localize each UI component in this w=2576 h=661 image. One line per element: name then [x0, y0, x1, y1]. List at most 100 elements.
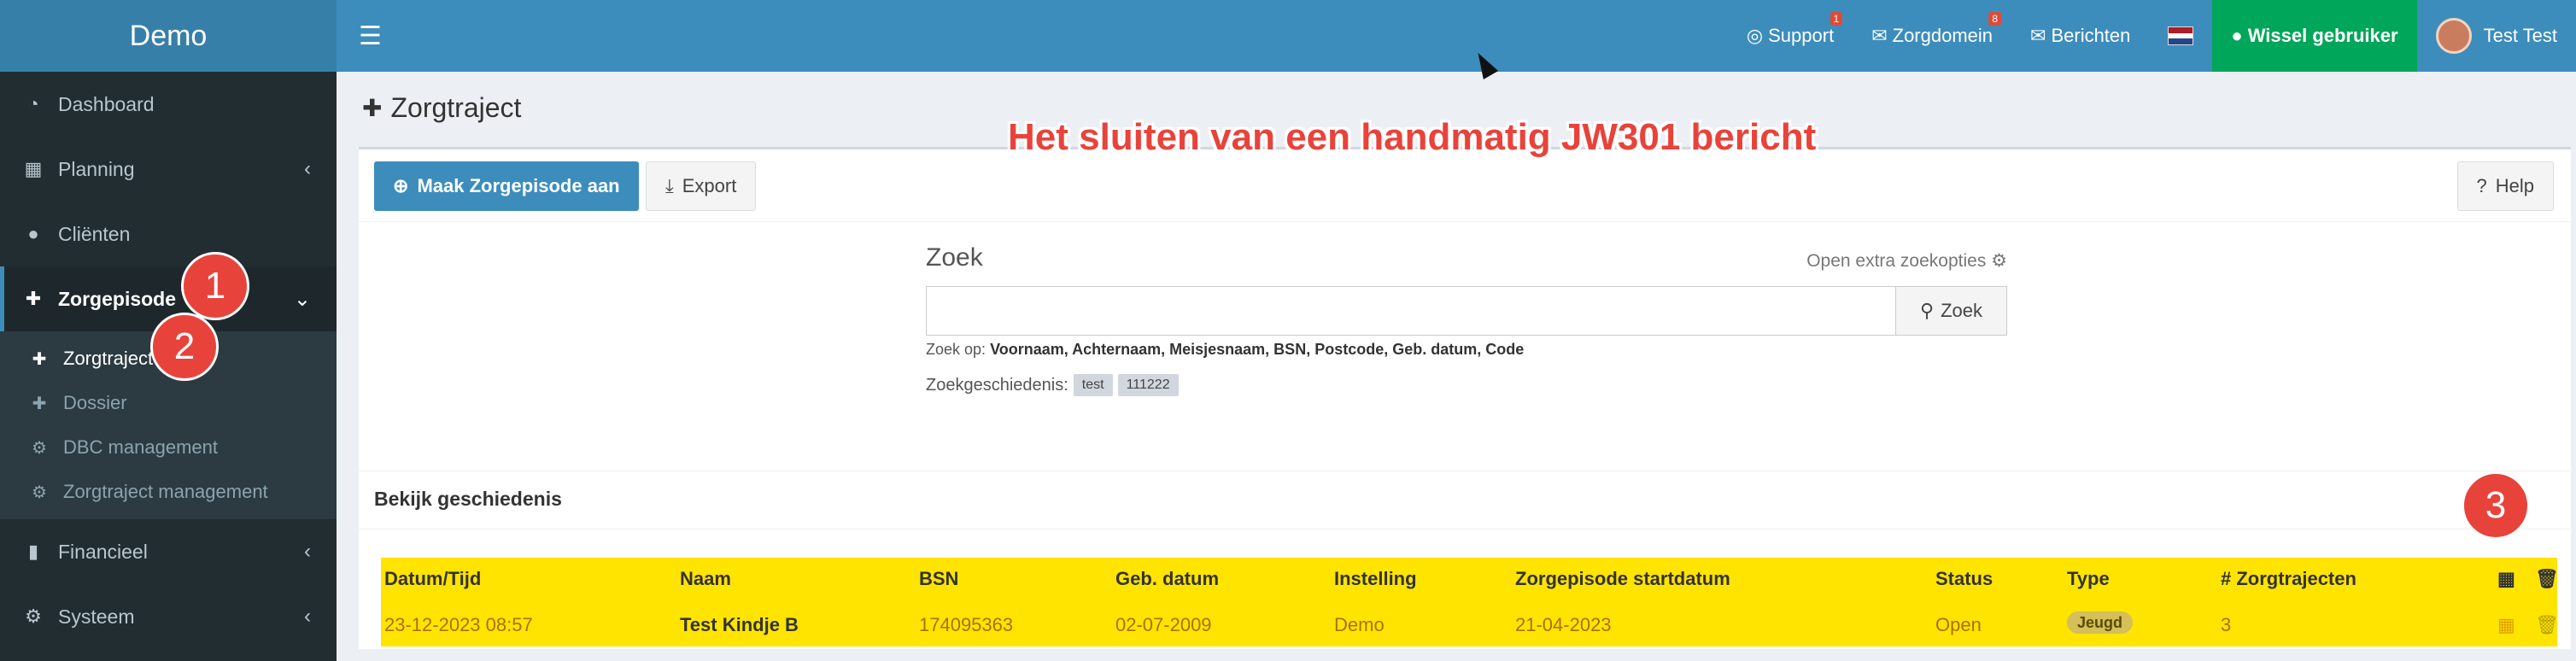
table-cell: 02-07-2009: [1115, 614, 1212, 635]
content-box: ⊕ Maak Zorgepisode aan ⤓ Export ? Help Z…: [359, 147, 2571, 649]
sidebar-item-label: Planning: [58, 157, 135, 180]
gear-icon: ⚙: [32, 483, 47, 502]
chevron-left-icon: ‹: [304, 157, 311, 180]
medkit-icon: ✚: [25, 288, 42, 309]
support-label: Support: [1768, 25, 1835, 46]
help-label: Help: [2495, 175, 2534, 196]
sidebar-item-planning[interactable]: ▦ Planning ‹: [0, 137, 337, 202]
user-menu[interactable]: Test Test: [2417, 0, 2576, 72]
app-logo[interactable]: Demo: [0, 0, 337, 72]
table-cell: 174095363: [919, 614, 1014, 635]
table-cell: 21-04-2023: [1515, 614, 1612, 635]
medkit-icon: ✚: [32, 394, 47, 413]
search-button-label: Zoek: [1941, 300, 1983, 321]
table-header[interactable]: Type: [2067, 568, 2110, 590]
export-label: Export: [682, 175, 737, 196]
create-zorgepisode-label: Maak Zorgepisode aan: [417, 175, 620, 196]
history-section-title: Bekijk geschiedenis: [374, 488, 562, 510]
search-input[interactable]: [926, 286, 1896, 336]
table-header[interactable]: Status: [1935, 568, 1993, 590]
extra-search-options-link[interactable]: Open extra zoekopties ⚙: [1806, 250, 2007, 272]
table-header[interactable]: Geb. datum: [1115, 568, 1219, 590]
search-history-label: Zoekgeschiedenis:: [926, 375, 1068, 395]
table-header[interactable]: # Zorgtrajecten: [2221, 568, 2356, 590]
dutch-flag-icon: [2168, 26, 2194, 45]
zorgdomein-badge: 8: [1988, 12, 2002, 26]
language-selector[interactable]: [2149, 0, 2212, 72]
calendar-icon: ▦: [24, 158, 43, 179]
table-icon[interactable]: ▦: [2497, 614, 2515, 636]
export-button[interactable]: ⤓ Export: [646, 161, 757, 211]
table-cell: Open: [1935, 614, 1982, 635]
zorgdomein-link[interactable]: ✉ Zorgdomein 8: [1853, 0, 2011, 72]
sidebar-subitem-label: Zorgtraject management: [63, 481, 268, 502]
hamburger-menu-icon[interactable]: ☰: [359, 21, 393, 51]
trash-icon[interactable]: 🗑: [2535, 614, 2559, 636]
table-header[interactable]: Naam: [680, 568, 731, 590]
search-help-prefix: Zoek op:: [926, 341, 986, 358]
search-row: ⚲ Zoek: [926, 286, 2007, 336]
step-callout-2: 2: [150, 313, 219, 381]
sidebar-subitem-label: Zorgtraject: [63, 348, 154, 369]
table-header[interactable]: BSN: [919, 568, 958, 590]
sidebar-item-dashboard[interactable]: ◔ Dashboard: [0, 72, 337, 137]
step-callout-3: 3: [2462, 471, 2530, 540]
medkit-icon: ✚: [32, 349, 47, 369]
envelope-icon: ✉: [1871, 25, 1888, 46]
berichten-label: Berichten: [2051, 25, 2131, 46]
switch-user-button[interactable]: ● Wissel gebruiker: [2212, 0, 2417, 72]
sidebar-item-label: Systeem: [58, 605, 135, 628]
step-callout-1: 1: [181, 252, 249, 320]
download-icon: ⤓: [665, 175, 674, 196]
sidebar-subitem-zorgtraject-management[interactable]: ⚙ Zorgtraject management: [0, 470, 337, 514]
search-history: Zoekgeschiedenis: test 111222: [926, 374, 2007, 396]
search-history-tag[interactable]: 111222: [1117, 374, 1179, 396]
results-table: Datum/Tijd Naam BSN Geb. datum Instellin…: [381, 558, 2559, 646]
table-cell: Test Kindje B: [680, 614, 799, 635]
chevron-left-icon: ‹: [304, 540, 311, 563]
main-content: ✚ Zorgtraject ⊕ Maak Zorgepisode aan ⤓ E…: [337, 72, 2576, 661]
sidebar-subitem-dossier[interactable]: ✚ Dossier: [0, 381, 337, 425]
sidebar-subitem-label: DBC management: [63, 436, 218, 458]
gears-icon: ⚙: [25, 605, 42, 627]
divider: [359, 221, 2571, 222]
support-link[interactable]: ◎ Support 1: [1728, 0, 1853, 72]
extra-search-options-label: Open extra zoekopties: [1806, 251, 1987, 271]
avatar: [2435, 18, 2472, 54]
page-title-text: Zorgtraject: [390, 92, 522, 123]
trash-icon[interactable]: 🗑: [2535, 568, 2559, 590]
gear-icon: ⚙: [32, 438, 47, 458]
question-circle-icon: ?: [2476, 175, 2487, 196]
switch-user-label: Wissel gebruiker: [2247, 25, 2398, 46]
type-badge: Jeugd: [2067, 611, 2134, 634]
search-history-tag[interactable]: test: [1073, 374, 1113, 396]
medkit-icon: ✚: [362, 95, 383, 121]
dashboard-icon: ◔: [27, 93, 39, 114]
table-cell: 23-12-2023 08:57: [384, 614, 533, 635]
table-cell: 3: [2221, 614, 2232, 635]
lifebuoy-icon: ◎: [1746, 25, 1764, 46]
table-header[interactable]: Instelling: [1334, 568, 1417, 590]
sidebar-item-financieel[interactable]: ▮ Financieel ‹: [0, 519, 337, 584]
create-zorgepisode-button[interactable]: ⊕ Maak Zorgepisode aan: [374, 161, 639, 211]
chevron-left-icon: ‹: [304, 605, 311, 628]
sidebar-item-label: Zorgepisode: [58, 287, 177, 310]
sidebar-item-systeem[interactable]: ⚙ Systeem ‹: [0, 584, 337, 649]
search-help-fields: Voornaam, Achternaam, Meisjesnaam, BSN, …: [990, 341, 1525, 358]
berichten-link[interactable]: ✉ Berichten: [2011, 0, 2149, 72]
chevron-down-icon: ⌄: [293, 287, 311, 311]
user-name: Test Test: [2483, 25, 2557, 46]
sidebar-item-label: Cliënten: [58, 222, 131, 245]
search-button[interactable]: ⚲ Zoek: [1896, 286, 2007, 336]
table-header[interactable]: Datum/Tijd: [384, 568, 481, 590]
table-header[interactable]: Zorgepisode startdatum: [1515, 568, 1730, 590]
table-cell: Demo: [1334, 614, 1385, 635]
sidebar-item-clienten[interactable]: ● Cliënten: [0, 202, 337, 266]
sidebar-subitem-dbc-management[interactable]: ⚙ DBC management: [0, 425, 337, 470]
envelope-icon: ✉: [2030, 25, 2046, 46]
search-help-text: Zoek op: Voornaam, Achternaam, Meisjesna…: [926, 341, 2007, 359]
sidebar-item-label: Financieel: [58, 540, 148, 563]
table-icon[interactable]: ▦: [2497, 568, 2515, 590]
help-button[interactable]: ? Help: [2456, 161, 2554, 211]
tutorial-overlay-title: Het sluiten van een handmatig JW301 beri…: [1008, 116, 1817, 158]
